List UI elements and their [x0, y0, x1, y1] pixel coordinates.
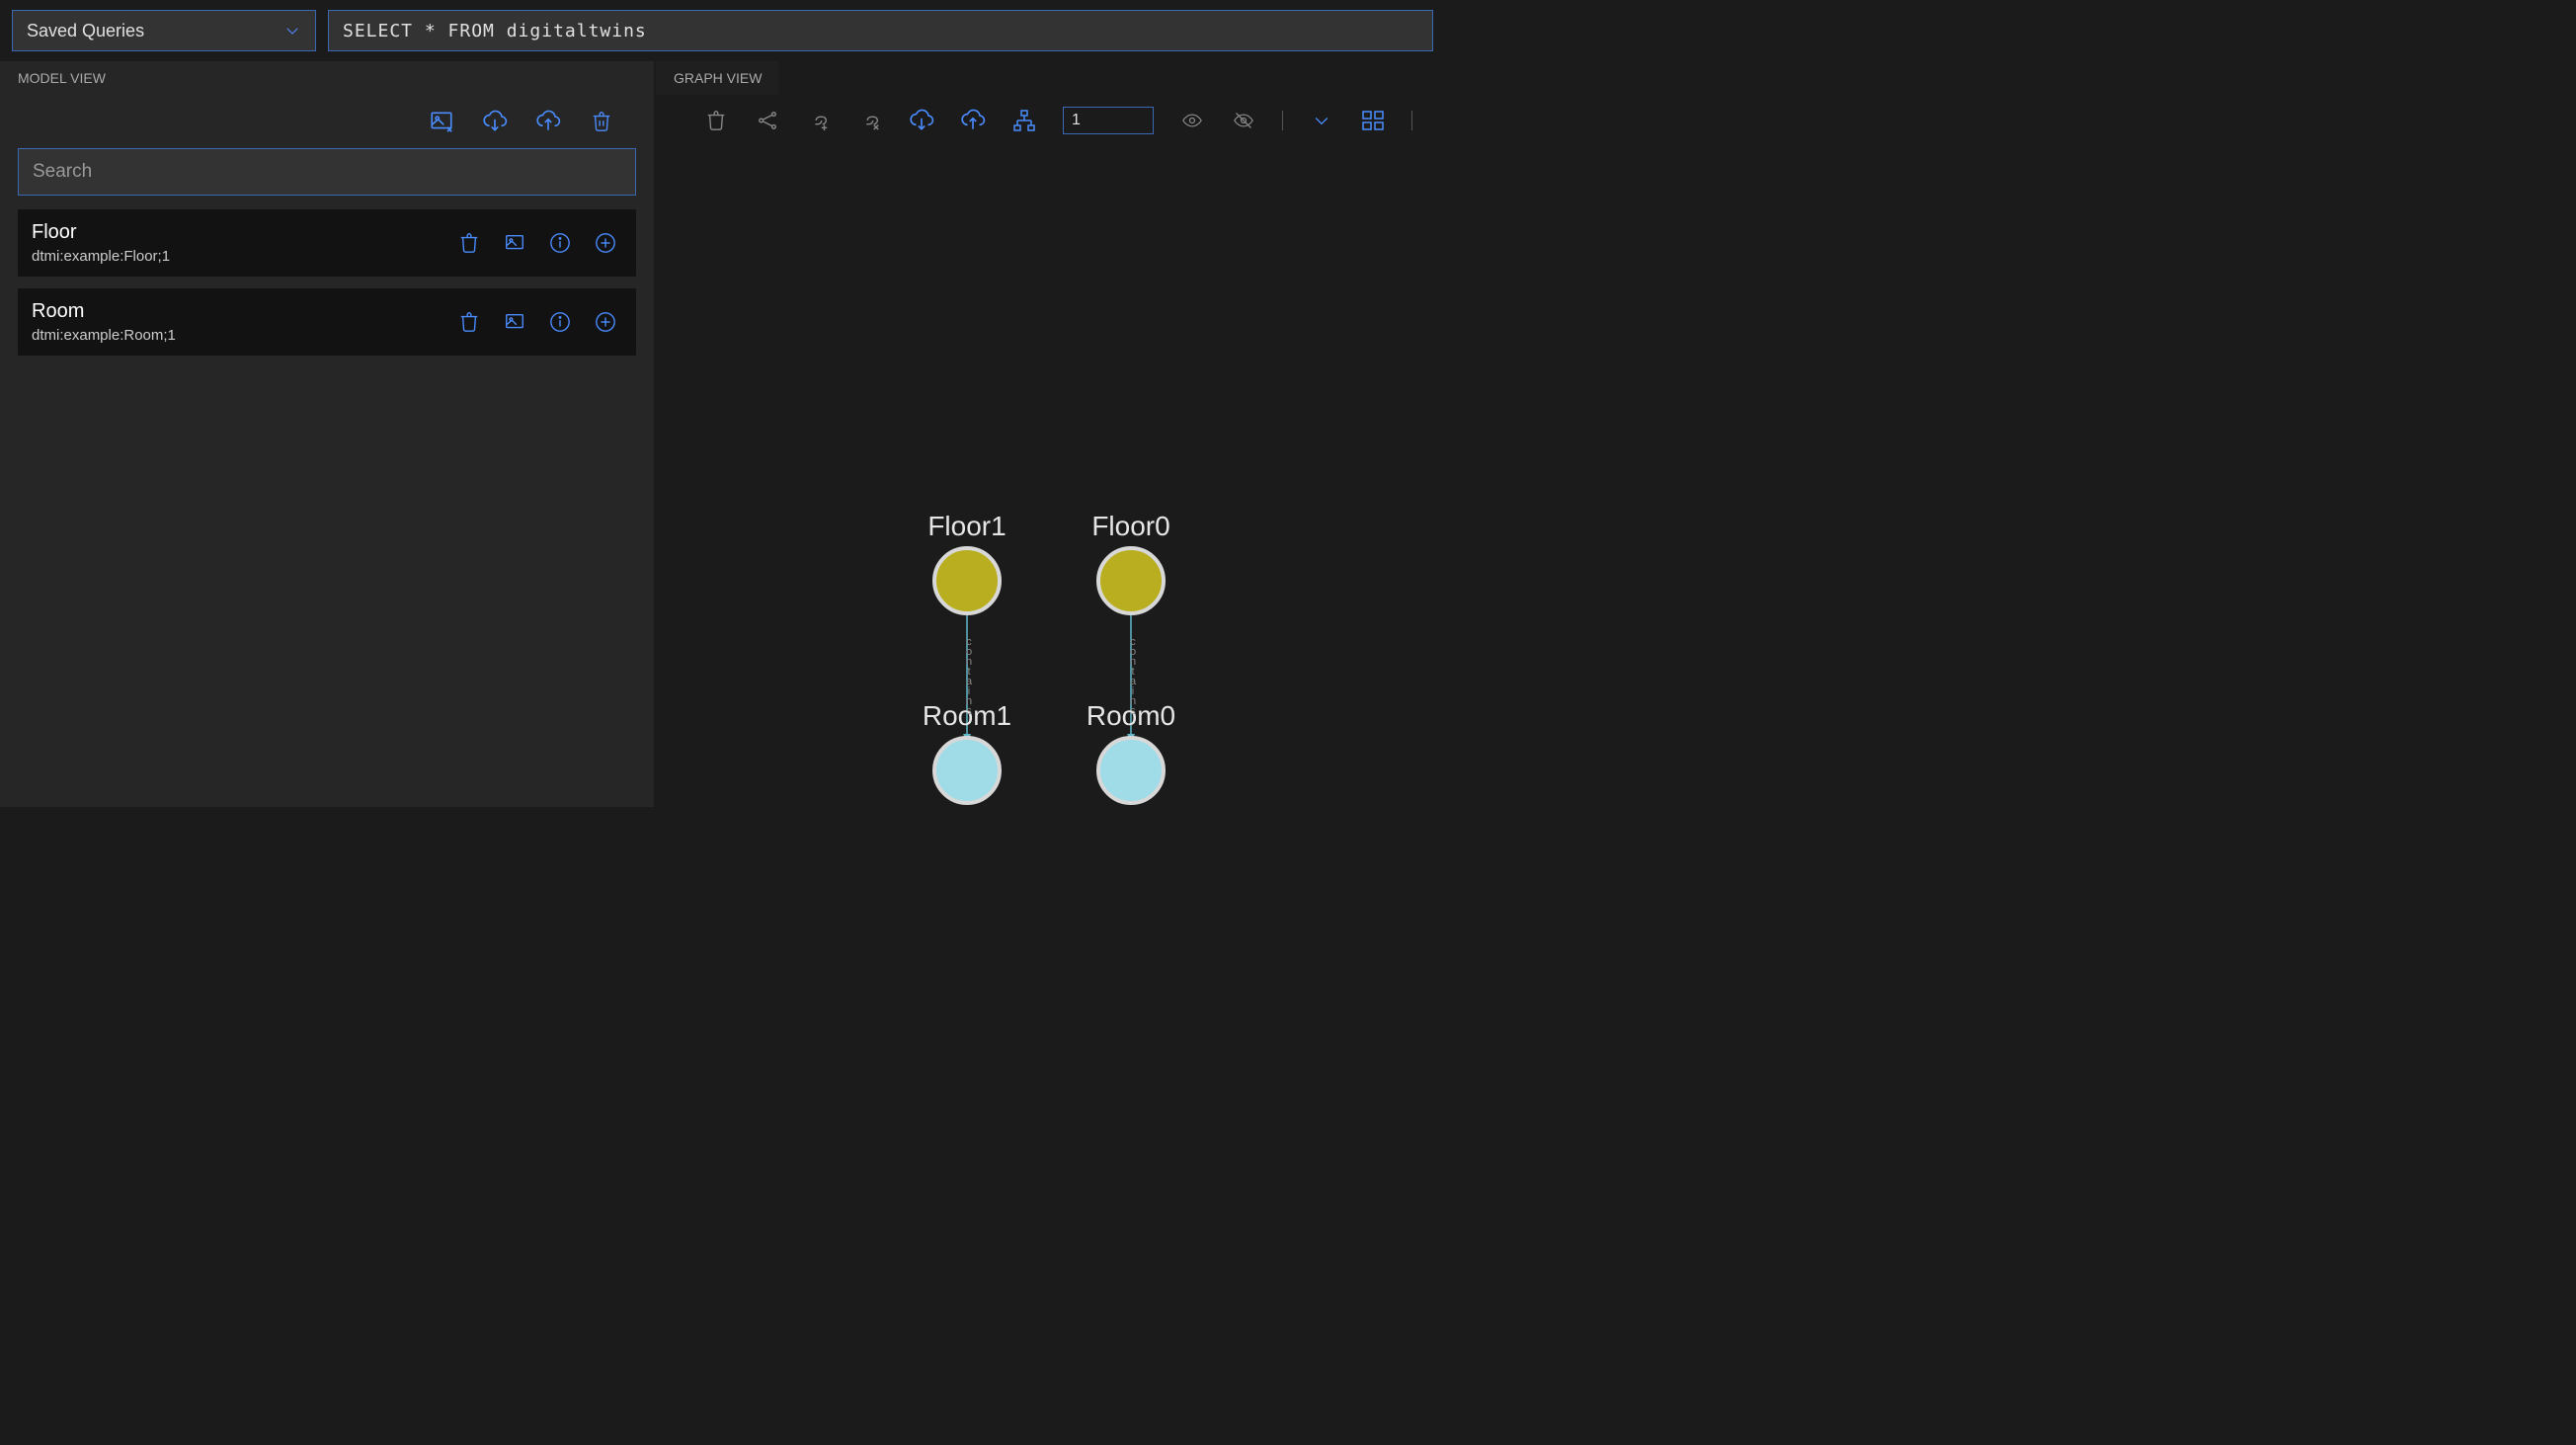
image-upload-icon — [429, 109, 454, 134]
upload-model-image-button[interactable] — [502, 230, 527, 256]
model-name: Room — [32, 300, 176, 323]
model-item[interactable]: Room dtmi:example:Room;1 — [18, 288, 636, 356]
trash-icon — [458, 310, 480, 334]
toolbar-divider — [1411, 111, 1412, 130]
layout-icon — [1360, 109, 1386, 132]
graph-node[interactable] — [1098, 738, 1164, 803]
create-twin-button[interactable] — [593, 230, 618, 256]
graph-node[interactable] — [934, 738, 1000, 803]
export-graph-button[interactable] — [960, 108, 986, 133]
plus-circle-icon — [595, 311, 616, 333]
chevron-down-icon — [283, 22, 301, 40]
layout-button[interactable] — [1360, 108, 1386, 133]
image-icon — [503, 311, 526, 333]
view-model-button[interactable] — [547, 309, 573, 335]
delete-twin-button[interactable] — [703, 108, 729, 133]
model-id: dtmi:example:Floor;1 — [32, 248, 170, 265]
eye-off-icon — [1231, 111, 1256, 130]
upload-models-button[interactable] — [535, 109, 561, 134]
graph-node-label: Floor0 — [1091, 511, 1169, 542]
delete-model-button[interactable] — [456, 230, 482, 256]
delete-relationship-button[interactable] — [857, 108, 883, 133]
upload-model-image-button[interactable] — [429, 109, 454, 134]
model-item[interactable]: Floor dtmi:example:Floor;1 — [18, 209, 636, 277]
model-id: dtmi:example:Room;1 — [32, 327, 176, 344]
relationship-label: contains — [963, 636, 975, 715]
cloud-download-icon — [482, 109, 508, 134]
tab-model-view[interactable]: MODEL VIEW — [0, 61, 123, 95]
relationship-label: contains — [1127, 636, 1139, 715]
chevron-down-icon — [1312, 111, 1331, 130]
link-x-icon — [857, 110, 883, 131]
hide-selected-button[interactable] — [1231, 108, 1256, 133]
view-model-button[interactable] — [547, 230, 573, 256]
model-view-panel: Floor dtmi:example:Floor;1 — [0, 95, 654, 807]
graph-view-panel: Floor1Floor0Room1Room0containscontains — [656, 95, 1445, 807]
eye-icon — [1179, 111, 1205, 130]
get-relationships-button[interactable] — [755, 108, 780, 133]
search-input[interactable] — [18, 148, 636, 196]
info-icon — [549, 232, 571, 254]
layout-dropdown-button[interactable] — [1309, 108, 1334, 133]
delete-all-models-button[interactable] — [589, 109, 614, 134]
expansion-level-input[interactable] — [1063, 107, 1154, 134]
delete-model-button[interactable] — [456, 309, 482, 335]
add-relationship-button[interactable] — [806, 108, 832, 133]
image-icon — [503, 232, 526, 254]
expand-tree-button[interactable] — [1011, 108, 1037, 133]
graph-canvas[interactable]: Floor1Floor0Room1Room0containscontains — [656, 146, 1445, 807]
tab-graph-view[interactable]: GRAPH VIEW — [656, 61, 779, 95]
toolbar-divider — [1282, 111, 1283, 130]
model-name: Floor — [32, 221, 170, 244]
show-all-button[interactable] — [1179, 108, 1205, 133]
info-icon — [549, 311, 571, 333]
cloud-download-icon — [909, 108, 934, 133]
upload-model-image-button[interactable] — [502, 309, 527, 335]
cloud-upload-icon — [960, 108, 986, 133]
graph-node[interactable] — [1098, 548, 1164, 613]
graph-node[interactable] — [934, 548, 1000, 613]
cloud-upload-icon — [535, 109, 561, 134]
graph-node-label: Floor1 — [927, 511, 1006, 542]
import-graph-button[interactable] — [909, 108, 934, 133]
trash-icon — [458, 231, 480, 255]
saved-queries-dropdown[interactable]: Saved Queries — [12, 10, 316, 51]
create-twin-button[interactable] — [593, 309, 618, 335]
link-plus-icon — [806, 110, 832, 131]
plus-circle-icon — [595, 232, 616, 254]
share-icon — [755, 110, 780, 131]
trash-icon — [705, 109, 727, 132]
tree-icon — [1012, 109, 1036, 132]
query-input[interactable] — [328, 10, 1433, 51]
trash-icon — [591, 110, 612, 133]
download-models-button[interactable] — [482, 109, 508, 134]
saved-queries-label: Saved Queries — [27, 21, 144, 41]
